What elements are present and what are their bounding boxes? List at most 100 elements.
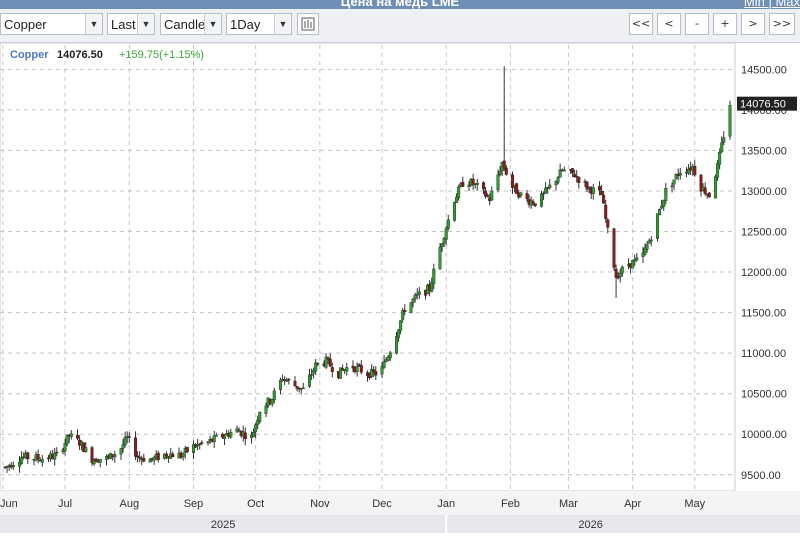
candle-body bbox=[718, 152, 722, 165]
candle-body bbox=[359, 365, 363, 373]
candle-body bbox=[482, 182, 486, 190]
candle-body bbox=[355, 365, 359, 372]
candle-body bbox=[490, 190, 494, 201]
candle-body bbox=[656, 213, 660, 239]
chart-grid bbox=[0, 42, 736, 492]
candle-body bbox=[264, 405, 268, 414]
candle-body bbox=[11, 465, 15, 467]
candle-body bbox=[519, 192, 523, 196]
scroll-last-button[interactable]: >> bbox=[769, 13, 795, 35]
x-axis: Jun Jul Aug Sep Oct Nov Dec Jan Feb Mar Apr May 2025… bbox=[0, 491, 800, 533]
candle-body bbox=[548, 184, 552, 188]
candle-body bbox=[272, 390, 276, 401]
window-links[interactable]: Min | Max bbox=[744, 0, 800, 9]
candle-body bbox=[670, 185, 674, 188]
zoom-in-button[interactable]: + bbox=[713, 13, 737, 35]
candle-body bbox=[252, 432, 256, 438]
chevron-down-icon[interactable]: ▼ bbox=[137, 14, 154, 34]
candle-body bbox=[200, 442, 204, 444]
candle-body bbox=[540, 193, 544, 207]
candle-body bbox=[413, 294, 417, 299]
candle-body bbox=[618, 273, 622, 277]
candle-body bbox=[26, 452, 30, 460]
candle-body bbox=[598, 186, 602, 191]
y-tick-label: 14500.00 bbox=[741, 64, 787, 76]
candle-body bbox=[620, 266, 624, 274]
x-tick-label: Jun bbox=[0, 498, 18, 510]
candle-body bbox=[279, 379, 283, 390]
candle-body bbox=[502, 160, 506, 169]
candle-body bbox=[308, 374, 312, 387]
chart-style-dropdown-value: Candle bbox=[164, 17, 206, 32]
candle-body bbox=[287, 379, 291, 381]
bar-chart-icon[interactable] bbox=[297, 13, 319, 35]
chart-style-dropdown[interactable]: Candle ▼ bbox=[160, 13, 222, 35]
candle-body bbox=[453, 202, 457, 221]
candle-body bbox=[409, 302, 413, 313]
candle-body bbox=[556, 177, 560, 183]
candle-body bbox=[498, 171, 502, 175]
chevron-down-icon[interactable]: ▼ bbox=[85, 14, 102, 34]
interval-dropdown[interactable]: 1Day ▼ bbox=[226, 13, 292, 35]
candle-body bbox=[461, 181, 465, 187]
x-tick-label: Apr bbox=[624, 498, 641, 510]
candle-body bbox=[229, 432, 233, 438]
x-tick-label: Jan bbox=[437, 498, 455, 510]
candle-body bbox=[397, 329, 401, 338]
y-tick-label: 10500.00 bbox=[741, 389, 787, 401]
candle-body bbox=[382, 361, 386, 369]
symbol-dropdown-value: Copper bbox=[4, 17, 47, 32]
candle-body bbox=[664, 188, 668, 201]
candle-body bbox=[165, 453, 169, 457]
candle-body bbox=[223, 436, 227, 439]
chevron-down-icon[interactable]: ▼ bbox=[274, 14, 291, 34]
zoom-out-button[interactable]: - bbox=[685, 13, 709, 35]
candle-body bbox=[214, 435, 218, 437]
candle-body bbox=[672, 179, 676, 185]
scroll-back-button[interactable]: < bbox=[657, 13, 681, 35]
candle-body bbox=[133, 437, 137, 457]
candles bbox=[3, 66, 732, 473]
candle-body bbox=[444, 228, 448, 240]
window-title: Цена на медь LME bbox=[340, 0, 460, 9]
candle-body bbox=[457, 186, 461, 199]
candle-body bbox=[612, 228, 616, 268]
chart-area[interactable]: 9500.00 10000.00 10500.00 11000.00 11500.00 1… bbox=[0, 42, 800, 533]
year-label: 2025 bbox=[211, 519, 235, 531]
candle-body bbox=[606, 219, 610, 228]
candle-body bbox=[577, 176, 581, 183]
interval-dropdown-value: 1Day bbox=[230, 17, 261, 32]
scroll-first-button[interactable]: << bbox=[629, 13, 653, 35]
candle-body bbox=[142, 457, 146, 462]
x-tick-label: Aug bbox=[119, 498, 139, 510]
symbol-dropdown[interactable]: Copper ▼ bbox=[0, 13, 103, 35]
candle-body bbox=[328, 358, 332, 367]
candle-body bbox=[63, 443, 67, 451]
candle-body bbox=[330, 367, 334, 372]
chevron-down-icon[interactable]: ▼ bbox=[204, 14, 221, 34]
candle-body bbox=[148, 459, 152, 463]
x-tick-label: May bbox=[684, 498, 705, 510]
candle-body bbox=[98, 459, 102, 463]
scroll-forward-button[interactable]: > bbox=[741, 13, 765, 35]
min-max-links[interactable]: Min | Max bbox=[744, 0, 800, 9]
candle-body bbox=[720, 142, 724, 152]
candle-body bbox=[703, 187, 707, 195]
candle-body bbox=[446, 219, 450, 229]
candle-body bbox=[714, 176, 718, 199]
candle-body bbox=[401, 310, 405, 320]
price-field-dropdown[interactable]: Last ▼ bbox=[107, 13, 155, 35]
candle-body bbox=[645, 244, 649, 250]
candle-body bbox=[438, 247, 442, 270]
candle-body bbox=[127, 436, 131, 438]
x-tick-label: Mar bbox=[559, 498, 578, 510]
candle-body bbox=[156, 452, 160, 461]
candle-body bbox=[533, 203, 537, 206]
candle-body bbox=[504, 167, 508, 175]
price-chart[interactable]: 9500.00 10000.00 10500.00 11000.00 11500.00 1… bbox=[0, 42, 800, 533]
candle-body bbox=[138, 456, 142, 459]
candle-body bbox=[198, 443, 202, 446]
year-axis-band bbox=[0, 515, 800, 533]
candle-body bbox=[635, 257, 639, 261]
candle-body bbox=[440, 243, 444, 247]
